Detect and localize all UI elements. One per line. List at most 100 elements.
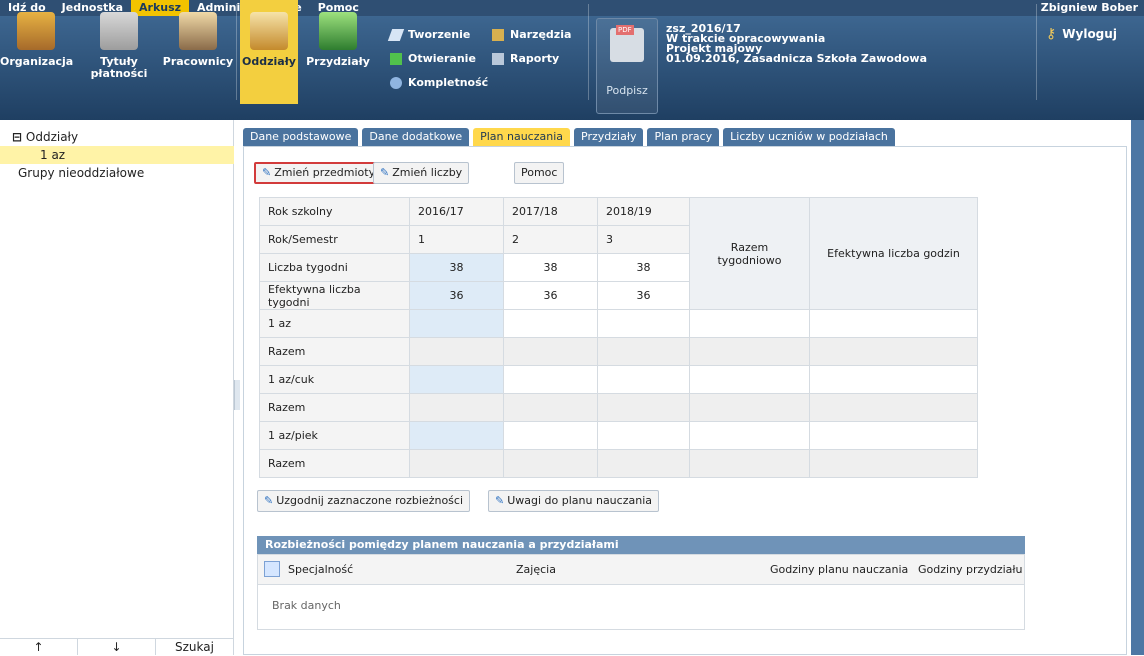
- razem-tygodniowo-header: Razem tygodniowo: [689, 197, 810, 310]
- tworzenie-button[interactable]: Tworzenie: [387, 28, 470, 41]
- key-icon: ⚷: [1046, 26, 1057, 42]
- przydzialy-button[interactable]: Przydziały: [306, 0, 370, 104]
- narzedzia-button[interactable]: Narzędzia: [492, 28, 571, 41]
- row-label: Rok szkolny: [259, 197, 410, 226]
- notes-button[interactable]: ✎ Uwagi do planu nauczania: [488, 490, 659, 512]
- row-label: Efektywna liczba tygodni: [259, 281, 410, 310]
- upload-icon: [390, 52, 402, 65]
- cell: [809, 337, 978, 366]
- cell: [597, 337, 690, 366]
- cell: [597, 365, 690, 394]
- discrepancies-header: Specjalność Zajęcia Godziny planu naucza…: [257, 554, 1025, 585]
- column-godziny-przydzialu: Godziny przydziału: [918, 563, 1023, 576]
- tab-liczby-uczniow[interactable]: Liczby uczniów w podziałach: [723, 128, 895, 146]
- cell: 2017/18: [503, 197, 598, 226]
- cell: 2: [503, 225, 598, 254]
- tree-item-1-az[interactable]: 1 az: [0, 146, 234, 164]
- reconcile-button[interactable]: ✎ Uzgodnij zaznaczone rozbieżności: [257, 490, 471, 512]
- cell: 2018/19: [597, 197, 690, 226]
- completeness-icon: [390, 76, 402, 89]
- raporty-button[interactable]: Raporty: [492, 52, 559, 65]
- raporty-label: Raporty: [510, 52, 560, 65]
- tools-icon: [492, 28, 504, 41]
- move-up-button[interactable]: ↑: [0, 639, 78, 655]
- otwieranie-button[interactable]: Otwieranie: [390, 52, 476, 65]
- cell: [597, 421, 690, 450]
- pencil-icon: ✎: [380, 166, 390, 179]
- cell: [689, 421, 810, 450]
- cell: [809, 421, 978, 450]
- organizacja-button[interactable]: Organizacja: [0, 0, 74, 104]
- move-down-button[interactable]: ↓: [78, 639, 156, 655]
- assignment-icon: [319, 12, 357, 50]
- tytuly-platnosci-button[interactable]: Tytuły płatności: [88, 0, 150, 104]
- cell: [597, 449, 690, 478]
- collapse-icon: ⊟: [12, 130, 23, 144]
- pracownicy-button[interactable]: Pracownicy: [162, 0, 234, 104]
- help-button[interactable]: Pomoc: [514, 162, 565, 184]
- user-name: Zbigniew Bober: [1040, 1, 1138, 14]
- change-numbers-button[interactable]: ✎ Zmień liczby: [373, 162, 470, 184]
- logout-label: Wyloguj: [1062, 27, 1117, 41]
- search-button[interactable]: Szukaj: [156, 639, 234, 655]
- column-godziny-planu: Godziny planu nauczania: [770, 563, 909, 576]
- formula-icon: [100, 12, 138, 50]
- cell: [503, 309, 598, 338]
- change-subjects-button[interactable]: ✎ Zmień przedmioty: [254, 162, 384, 184]
- sidebar-collapse-handle[interactable]: [234, 380, 240, 410]
- sheet-info: zsz_2016/17 W trakcie opracowywania Proj…: [666, 23, 927, 64]
- discrepancies-body: Brak danych: [257, 585, 1025, 630]
- tab-plan-nauczania[interactable]: Plan nauczania: [473, 128, 571, 146]
- reconcile-label: Uzgodnij zaznaczone rozbieżności: [276, 494, 464, 507]
- pdf-icon: [610, 25, 644, 62]
- editable-cell[interactable]: [409, 365, 504, 394]
- tab-dane-podstawowe[interactable]: Dane podstawowe: [243, 128, 359, 146]
- tree-item-oddzialy[interactable]: ⊟ Oddziały: [0, 128, 234, 146]
- row-label: Liczba tygodni: [259, 253, 410, 282]
- plan-table: Rok szkolny 2016/17 2017/18 2018/19 Raze…: [259, 197, 978, 478]
- tab-przydzialy[interactable]: Przydziały: [574, 128, 644, 146]
- tree-item-label: 1 az: [40, 148, 66, 162]
- sidebar-footer: ↑ ↓ Szukaj: [0, 638, 234, 655]
- cell: [503, 365, 598, 394]
- ribbon-separator: [236, 4, 237, 100]
- kompletnosc-button[interactable]: Kompletność: [390, 76, 488, 89]
- editable-cell[interactable]: [409, 309, 504, 338]
- pencil-icon: ✎: [262, 166, 272, 179]
- cell: 36: [503, 281, 598, 310]
- cell: [503, 393, 598, 422]
- row-label: 1 az: [259, 309, 410, 338]
- pencil-icon: ✎: [495, 494, 505, 507]
- column-zajecia: Zajęcia: [516, 563, 556, 576]
- cell: [597, 393, 690, 422]
- cell: [689, 337, 810, 366]
- cell: 36: [597, 281, 690, 310]
- tree-item-grupy[interactable]: Grupy nieoddziałowe: [0, 164, 234, 182]
- cell: 38: [597, 253, 690, 282]
- check-icon[interactable]: [264, 561, 280, 577]
- kompletnosc-label: Kompletność: [408, 76, 489, 89]
- logout-button[interactable]: ⚷ Wyloguj: [1046, 26, 1117, 42]
- cell: [689, 365, 810, 394]
- editable-cell[interactable]: [409, 421, 504, 450]
- cell: [503, 337, 598, 366]
- right-collapsed-panel[interactable]: [1131, 120, 1144, 655]
- cell: [809, 309, 978, 338]
- discrepancies-title: Rozbieżności pomiędzy planem nauczania a…: [257, 536, 1025, 554]
- tabs: Dane podstawowe Dane dodatkowe Plan nauc…: [243, 128, 895, 146]
- organizacja-label: Organizacja: [0, 55, 74, 68]
- cell: 1: [409, 225, 504, 254]
- cell: 2016/17: [409, 197, 504, 226]
- tab-plan-pracy[interactable]: Plan pracy: [647, 128, 720, 146]
- change-subjects-label: Zmień przedmioty: [274, 166, 376, 179]
- cell: [689, 393, 810, 422]
- notes-label: Uwagi do planu nauczania: [507, 494, 652, 507]
- editable-cell[interactable]: 36: [409, 281, 504, 310]
- oddzialy-button[interactable]: Oddziały: [240, 0, 298, 104]
- podpisz-button[interactable]: Podpisz: [596, 18, 658, 114]
- tab-dane-dodatkowe[interactable]: Dane dodatkowe: [362, 128, 470, 146]
- ribbon-separator-2: [588, 4, 589, 100]
- podpisz-label: Podpisz: [606, 84, 648, 97]
- editable-cell[interactable]: 38: [409, 253, 504, 282]
- class-icon: [250, 12, 288, 50]
